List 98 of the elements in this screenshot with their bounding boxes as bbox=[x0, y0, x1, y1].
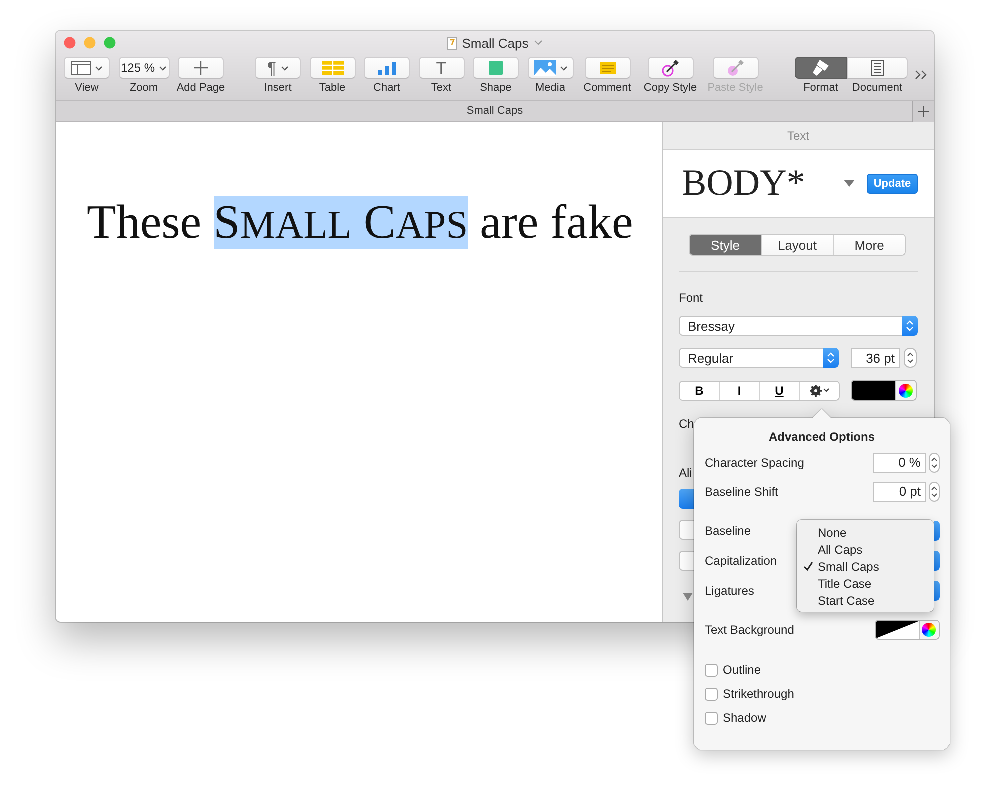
text-button[interactable]: T bbox=[418, 57, 464, 79]
chart-button[interactable] bbox=[364, 57, 410, 79]
field-label: Ligatures bbox=[705, 584, 754, 598]
gear-icon bbox=[810, 384, 822, 396]
menu-item[interactable]: Small Caps bbox=[797, 558, 934, 575]
plus-icon bbox=[194, 61, 208, 75]
checkbox-label: Strikethrough bbox=[723, 687, 794, 701]
toolbar-label: View bbox=[75, 82, 99, 94]
text-color-well[interactable] bbox=[851, 380, 917, 401]
toolbar-label: Text bbox=[431, 82, 452, 94]
square-icon bbox=[489, 61, 503, 75]
dropdown-triangle-icon[interactable] bbox=[844, 180, 855, 187]
toolbar-label: Document bbox=[852, 82, 903, 94]
stepper-arrows-icon bbox=[931, 486, 938, 498]
paintbrush-icon bbox=[812, 60, 830, 76]
checkbox-label: Outline bbox=[723, 663, 762, 677]
document-icon bbox=[447, 36, 458, 50]
layout-icon bbox=[71, 61, 91, 75]
toolbar-label: Media bbox=[536, 82, 566, 94]
stepper-arrows-icon bbox=[906, 320, 914, 332]
toolbar-label: Comment bbox=[584, 82, 632, 94]
comment-button[interactable] bbox=[584, 57, 630, 79]
bar-chart-icon bbox=[378, 61, 396, 75]
toolbar-label: Table bbox=[319, 82, 346, 94]
plus-icon bbox=[918, 106, 929, 117]
eyedropper-icon bbox=[726, 59, 744, 77]
window-title: Small Caps bbox=[462, 36, 529, 50]
chevron-icon bbox=[560, 66, 568, 70]
field-label: Character Spacing bbox=[705, 456, 804, 470]
media-button[interactable] bbox=[528, 57, 574, 79]
toolbar-label: Format bbox=[804, 82, 838, 94]
stepper-arrows-icon bbox=[931, 456, 938, 468]
document-text: These SMALL CAPS are fake bbox=[87, 195, 634, 251]
chevron-icon bbox=[95, 66, 103, 70]
number-field[interactable]: 0 pt bbox=[873, 482, 926, 502]
chevron-icon bbox=[280, 66, 289, 70]
tab-title: Small Caps bbox=[466, 105, 524, 117]
menu-item[interactable]: All Caps bbox=[797, 541, 934, 558]
segment-tab[interactable]: Style bbox=[690, 235, 761, 255]
field-label: Baseline Shift bbox=[705, 484, 778, 498]
toolbar-label: Zoom bbox=[130, 82, 158, 94]
eyedropper-icon bbox=[662, 59, 680, 77]
text-options-button[interactable] bbox=[799, 382, 839, 400]
checkbox-label: Shadow bbox=[723, 711, 766, 725]
section-label: Ali bbox=[679, 466, 692, 480]
toolbar-label: Copy Style bbox=[644, 82, 698, 94]
field-label: Baseline bbox=[705, 524, 752, 538]
table-icon bbox=[322, 61, 344, 75]
toolbar-label: Insert bbox=[264, 82, 292, 94]
section-label: Font bbox=[679, 291, 704, 305]
paragraph-style-name: BODY* bbox=[682, 162, 806, 205]
menu-item[interactable]: None bbox=[797, 524, 934, 541]
popup-button[interactable] bbox=[934, 551, 940, 571]
checkbox[interactable] bbox=[705, 664, 718, 676]
alignment-button[interactable] bbox=[679, 489, 694, 509]
stepper[interactable] bbox=[904, 348, 917, 368]
popup-button[interactable] bbox=[934, 521, 940, 541]
checkbox[interactable] bbox=[705, 712, 718, 724]
color-wheel-icon[interactable] bbox=[899, 384, 913, 398]
background-color-well[interactable] bbox=[875, 620, 940, 640]
zoom-button[interactable]: 125 % bbox=[118, 57, 170, 79]
stepper-arrows-icon bbox=[907, 352, 914, 364]
disclosure-triangle-icon bbox=[683, 593, 693, 601]
menu-item[interactable]: Title Case bbox=[797, 575, 934, 592]
field-label: Capitalization bbox=[705, 554, 778, 568]
font-size-field[interactable]: 36 pt bbox=[851, 348, 900, 368]
view-button[interactable] bbox=[64, 57, 110, 79]
add-tab-button[interactable] bbox=[912, 101, 934, 122]
document-tab[interactable] bbox=[847, 57, 908, 79]
image-icon bbox=[534, 60, 556, 76]
field-label: Text Background bbox=[705, 623, 794, 637]
popup-button[interactable] bbox=[934, 581, 940, 601]
toolbar-label: Shape bbox=[480, 82, 512, 94]
popover-title: Advanced Options bbox=[768, 429, 876, 446]
insert-button[interactable]: ¶ bbox=[255, 57, 301, 79]
segment-tab[interactable]: Layout bbox=[761, 235, 833, 255]
section-label: Ch bbox=[679, 417, 694, 431]
menu-item[interactable]: Start Case bbox=[797, 592, 934, 609]
typeface-popup[interactable]: Regular bbox=[679, 348, 839, 368]
chevron-icon bbox=[822, 388, 830, 393]
checkbox[interactable] bbox=[705, 688, 718, 700]
copy-style-button[interactable] bbox=[648, 57, 694, 79]
chevron-icon bbox=[159, 66, 168, 70]
note-icon bbox=[600, 62, 616, 74]
color-wheel-icon[interactable] bbox=[922, 623, 936, 637]
chevron-icon bbox=[534, 40, 543, 46]
stepper[interactable] bbox=[929, 452, 940, 472]
stepper-arrows-icon bbox=[827, 352, 835, 364]
font-family-popup[interactable]: Bressay bbox=[679, 316, 918, 336]
toolbar-label: Add Page bbox=[176, 82, 226, 94]
double-chevron-icon[interactable] bbox=[915, 70, 927, 80]
format-tab[interactable] bbox=[795, 57, 847, 79]
add-page-button[interactable] bbox=[178, 57, 224, 79]
toolbar-label: Chart bbox=[374, 82, 400, 94]
segment-tab[interactable]: More bbox=[833, 235, 905, 255]
document-icon bbox=[871, 60, 884, 76]
stepper[interactable] bbox=[929, 482, 940, 502]
number-field[interactable]: 0 % bbox=[873, 452, 926, 472]
